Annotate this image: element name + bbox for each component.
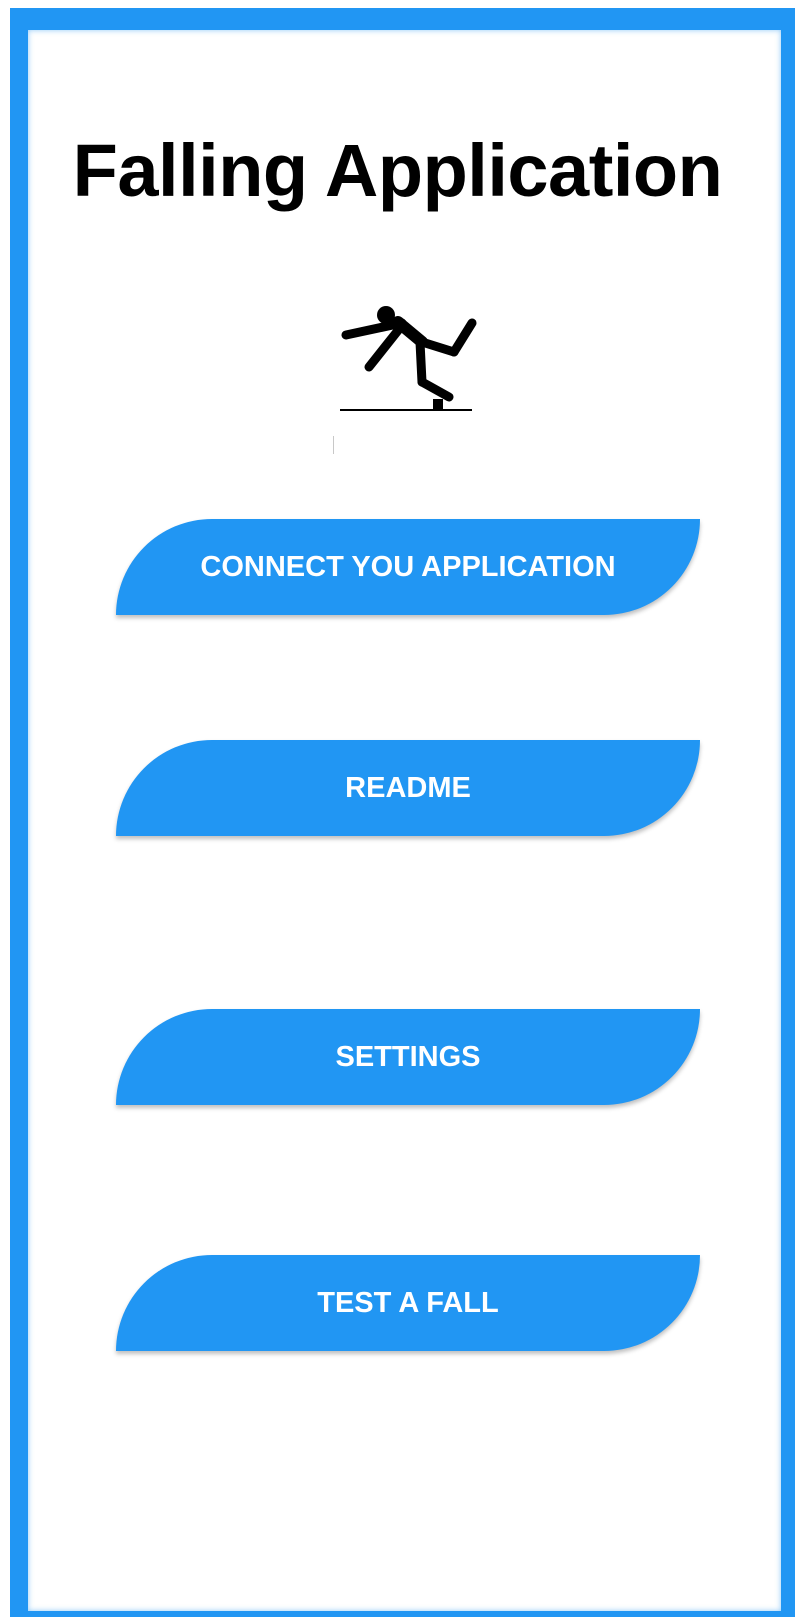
readme-button[interactable]: README	[116, 740, 700, 836]
test-fall-button[interactable]: TEST A FALL	[116, 1255, 700, 1351]
page-title: Falling Application	[72, 129, 723, 212]
settings-button[interactable]: SETTINGS	[116, 1009, 700, 1105]
falling-person-icon	[340, 302, 480, 412]
connect-application-button[interactable]: CONNECT YOU APPLICATION	[116, 519, 700, 615]
text-cursor	[333, 436, 334, 454]
